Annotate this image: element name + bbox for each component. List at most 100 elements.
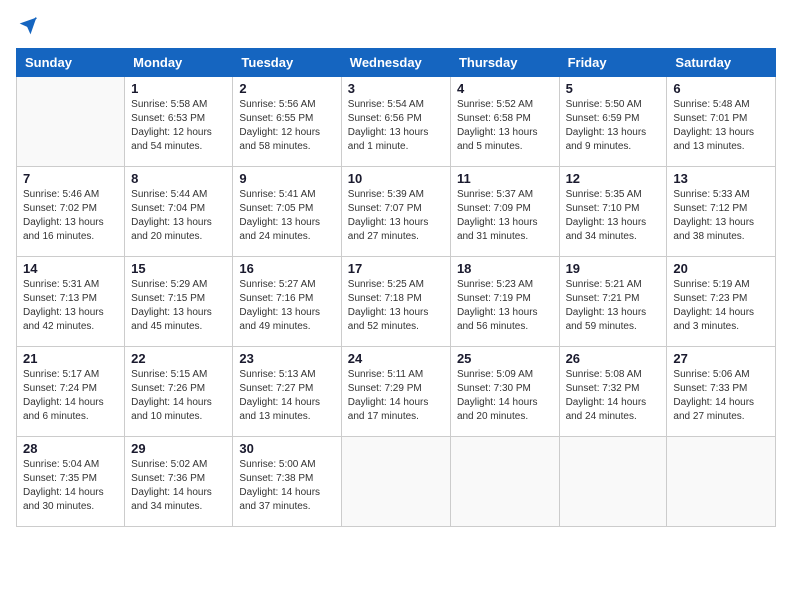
day-number: 28 [23, 441, 118, 456]
calendar-cell: 2 Sunrise: 5:56 AMSunset: 6:55 PMDaylight… [233, 77, 341, 167]
header-monday: Monday [125, 49, 233, 77]
week-row-1: 1 Sunrise: 5:58 AMSunset: 6:53 PMDaylight… [17, 77, 776, 167]
day-info: Sunrise: 5:44 AMSunset: 7:04 PMDaylight:… [131, 188, 226, 244]
calendar-header-row: SundayMondayTuesdayWednesdayThursdayFrid… [17, 49, 776, 77]
calendar-cell: 24 Sunrise: 5:11 AMSunset: 7:29 PMDayligh… [341, 347, 450, 437]
header-tuesday: Tuesday [233, 49, 341, 77]
header-thursday: Thursday [450, 49, 559, 77]
calendar-cell: 4Sunrise: 5:52 AMSunset: 6:58 PMDaylight… [450, 77, 559, 167]
day-info: Sunrise: 5:56 AMSunset: 6:55 PMDaylight:… [239, 98, 334, 154]
day-number: 22 [131, 351, 226, 366]
day-info: Sunrise: 5:46 AMSunset: 7:02 PMDaylight:… [23, 188, 118, 244]
day-number: 6 [673, 81, 769, 96]
day-info: Sunrise: 5:21 AMSunset: 7:21 PMDaylight:… [566, 278, 661, 334]
calendar-cell: 20 Sunrise: 5:19 AMSunset: 7:23 PMDayligh… [667, 257, 776, 347]
day-number: 26 [566, 351, 661, 366]
day-number: 17 [348, 261, 444, 276]
calendar-cell: 3 Sunrise: 5:54 AMSunset: 6:56 PMDaylight… [341, 77, 450, 167]
day-number: 21 [23, 351, 118, 366]
day-info: Sunrise: 5:58 AMSunset: 6:53 PMDaylight:… [131, 98, 226, 154]
calendar-cell: 13Sunrise: 5:33 AMSunset: 7:12 PMDayligh… [667, 167, 776, 257]
calendar-cell: 5 Sunrise: 5:50 AMSunset: 6:59 PMDaylight… [559, 77, 667, 167]
calendar-cell: 19Sunrise: 5:21 AMSunset: 7:21 PMDayligh… [559, 257, 667, 347]
day-info: Sunrise: 5:50 AMSunset: 6:59 PMDaylight:… [566, 98, 661, 154]
calendar-cell [667, 437, 776, 527]
day-number: 3 [348, 81, 444, 96]
day-info: Sunrise: 5:04 AMSunset: 7:35 PMDaylight:… [23, 458, 118, 514]
day-number: 30 [239, 441, 334, 456]
day-number: 2 [239, 81, 334, 96]
calendar-cell: 1 Sunrise: 5:58 AMSunset: 6:53 PMDaylight… [125, 77, 233, 167]
calendar-cell: 7 Sunrise: 5:46 AMSunset: 7:02 PMDaylight… [17, 167, 125, 257]
header-friday: Friday [559, 49, 667, 77]
day-info: Sunrise: 5:19 AMSunset: 7:23 PMDaylight:… [673, 278, 769, 334]
page-header [16, 16, 776, 36]
day-info: Sunrise: 5:11 AMSunset: 7:29 PMDaylight:… [348, 368, 444, 424]
day-info: Sunrise: 5:41 AMSunset: 7:05 PMDaylight:… [239, 188, 334, 244]
logo-bird-icon [18, 16, 38, 36]
calendar-cell: 17 Sunrise: 5:25 AMSunset: 7:18 PMDayligh… [341, 257, 450, 347]
day-info: Sunrise: 5:02 AMSunset: 7:36 PMDaylight:… [131, 458, 226, 514]
day-number: 4 [457, 81, 553, 96]
calendar-cell: 26 Sunrise: 5:08 AMSunset: 7:32 PMDayligh… [559, 347, 667, 437]
calendar-cell: 10 Sunrise: 5:39 AMSunset: 7:07 PMDayligh… [341, 167, 450, 257]
day-number: 13 [673, 171, 769, 186]
logo [16, 16, 38, 36]
calendar-cell: 16 Sunrise: 5:27 AMSunset: 7:16 PMDayligh… [233, 257, 341, 347]
day-info: Sunrise: 5:35 AMSunset: 7:10 PMDaylight:… [566, 188, 661, 244]
day-number: 23 [239, 351, 334, 366]
calendar-cell: 21 Sunrise: 5:17 AMSunset: 7:24 PMDayligh… [17, 347, 125, 437]
day-number: 18 [457, 261, 553, 276]
day-info: Sunrise: 5:37 AMSunset: 7:09 PMDaylight:… [457, 188, 553, 244]
day-number: 9 [239, 171, 334, 186]
calendar-cell: 18 Sunrise: 5:23 AMSunset: 7:19 PMDayligh… [450, 257, 559, 347]
day-info: Sunrise: 5:06 AMSunset: 7:33 PMDaylight:… [673, 368, 769, 424]
day-number: 1 [131, 81, 226, 96]
day-info: Sunrise: 5:54 AMSunset: 6:56 PMDaylight:… [348, 98, 444, 154]
calendar-cell: 28 Sunrise: 5:04 AMSunset: 7:35 PMDayligh… [17, 437, 125, 527]
day-number: 15 [131, 261, 226, 276]
day-number: 16 [239, 261, 334, 276]
day-number: 27 [673, 351, 769, 366]
day-info: Sunrise: 5:39 AMSunset: 7:07 PMDaylight:… [348, 188, 444, 244]
calendar-cell: 6 Sunrise: 5:48 AMSunset: 7:01 PMDaylight… [667, 77, 776, 167]
day-info: Sunrise: 5:25 AMSunset: 7:18 PMDaylight:… [348, 278, 444, 334]
calendar-cell: 30 Sunrise: 5:00 AMSunset: 7:38 PMDayligh… [233, 437, 341, 527]
day-info: Sunrise: 5:00 AMSunset: 7:38 PMDaylight:… [239, 458, 334, 514]
day-number: 29 [131, 441, 226, 456]
day-number: 5 [566, 81, 661, 96]
calendar-cell [341, 437, 450, 527]
calendar-cell: 12 Sunrise: 5:35 AMSunset: 7:10 PMDayligh… [559, 167, 667, 257]
day-number: 24 [348, 351, 444, 366]
day-number: 12 [566, 171, 661, 186]
calendar-cell: 23 Sunrise: 5:13 AMSunset: 7:27 PMDayligh… [233, 347, 341, 437]
day-info: Sunrise: 5:13 AMSunset: 7:27 PMDaylight:… [239, 368, 334, 424]
day-number: 20 [673, 261, 769, 276]
day-number: 25 [457, 351, 553, 366]
day-info: Sunrise: 5:17 AMSunset: 7:24 PMDaylight:… [23, 368, 118, 424]
day-number: 10 [348, 171, 444, 186]
header-saturday: Saturday [667, 49, 776, 77]
week-row-2: 7 Sunrise: 5:46 AMSunset: 7:02 PMDaylight… [17, 167, 776, 257]
day-number: 14 [23, 261, 118, 276]
calendar-cell: 27 Sunrise: 5:06 AMSunset: 7:33 PMDayligh… [667, 347, 776, 437]
calendar-table: SundayMondayTuesdayWednesdayThursdayFrid… [16, 48, 776, 527]
week-row-3: 14 Sunrise: 5:31 AMSunset: 7:13 PMDayligh… [17, 257, 776, 347]
calendar-cell: 8 Sunrise: 5:44 AMSunset: 7:04 PMDaylight… [125, 167, 233, 257]
header-wednesday: Wednesday [341, 49, 450, 77]
day-info: Sunrise: 5:48 AMSunset: 7:01 PMDaylight:… [673, 98, 769, 154]
calendar-cell: 22Sunrise: 5:15 AMSunset: 7:26 PMDayligh… [125, 347, 233, 437]
calendar-cell: 29 Sunrise: 5:02 AMSunset: 7:36 PMDayligh… [125, 437, 233, 527]
day-info: Sunrise: 5:23 AMSunset: 7:19 PMDaylight:… [457, 278, 553, 334]
calendar-cell [559, 437, 667, 527]
calendar-cell [450, 437, 559, 527]
day-info: Sunrise: 5:08 AMSunset: 7:32 PMDaylight:… [566, 368, 661, 424]
week-row-4: 21 Sunrise: 5:17 AMSunset: 7:24 PMDayligh… [17, 347, 776, 437]
day-info: Sunrise: 5:31 AMSunset: 7:13 PMDaylight:… [23, 278, 118, 334]
calendar-cell: 25Sunrise: 5:09 AMSunset: 7:30 PMDayligh… [450, 347, 559, 437]
day-number: 7 [23, 171, 118, 186]
day-number: 8 [131, 171, 226, 186]
header-sunday: Sunday [17, 49, 125, 77]
day-info: Sunrise: 5:27 AMSunset: 7:16 PMDaylight:… [239, 278, 334, 334]
week-row-5: 28 Sunrise: 5:04 AMSunset: 7:35 PMDayligh… [17, 437, 776, 527]
